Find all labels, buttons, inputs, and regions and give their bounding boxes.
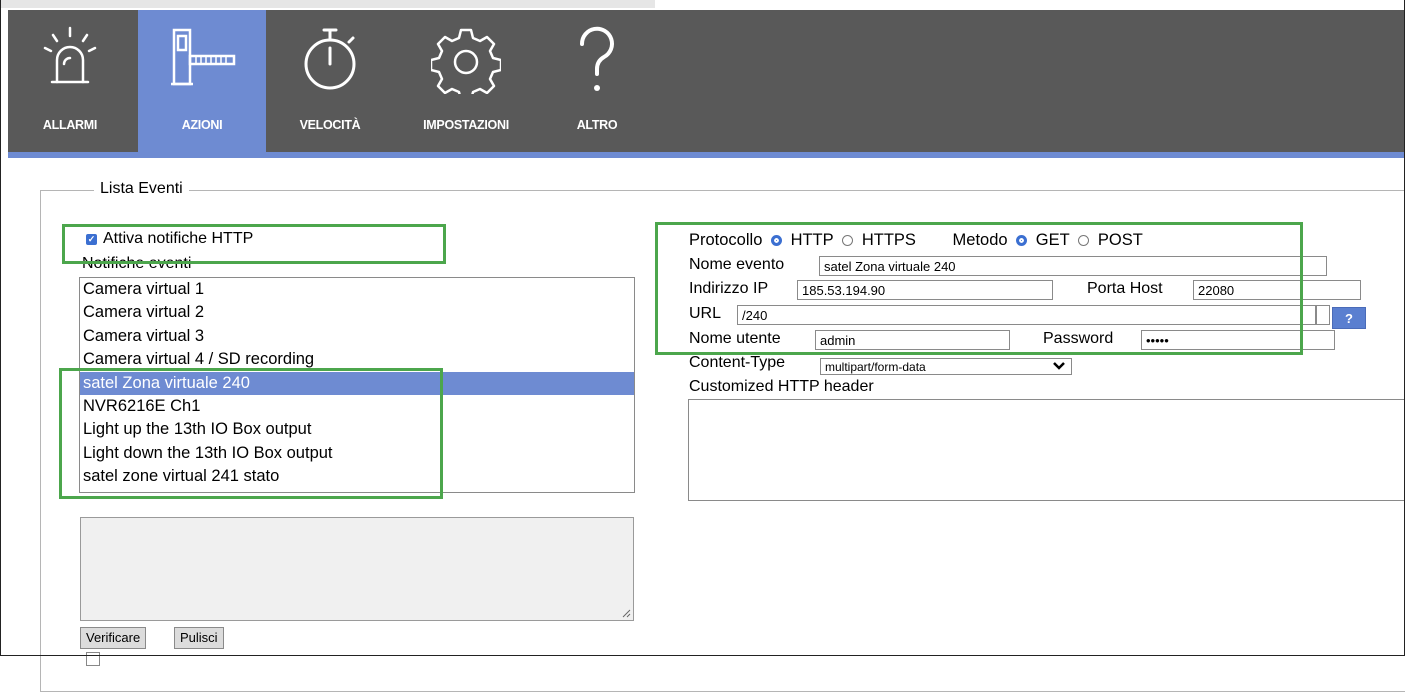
list-item[interactable]: Light down the 13th IO Box output — [80, 442, 634, 465]
password-input[interactable]: ••••• — [1141, 330, 1335, 350]
top-navbar: ALLARMI AZIONI VELOCITÀ IMPOSTAZIONI ALT… — [8, 10, 1405, 152]
clear-button[interactable]: Pulisci — [174, 627, 224, 649]
list-item[interactable]: satel zone virtual 241 stato — [80, 465, 634, 488]
nav-item-altro[interactable]: ALTRO — [542, 10, 652, 152]
list-item[interactable]: Camera virtual 1 — [80, 278, 634, 301]
nav-item-allarmi[interactable]: ALLARMI — [8, 10, 132, 152]
enable-http-label: Attiva notifiche HTTP — [103, 230, 254, 247]
nav-item-impostazioni[interactable]: IMPOSTAZIONI — [396, 10, 536, 152]
port-input[interactable]: 22080 — [1193, 280, 1361, 300]
custom-header-textarea[interactable] — [688, 399, 1405, 501]
username-input[interactable]: admin — [815, 330, 1010, 350]
enable-http-checkbox[interactable]: ✓ — [86, 233, 97, 245]
protocol-http-label: HTTP — [790, 231, 834, 249]
method-get-label: GET — [1035, 231, 1070, 249]
port-label: Porta Host — [1087, 280, 1163, 297]
barrier-gate-icon — [171, 28, 236, 86]
top-strip — [0, 0, 1405, 10]
content-type-label: Content-Type — [689, 354, 786, 371]
ip-input[interactable]: 185.53.194.90 — [797, 280, 1053, 300]
list-item[interactable]: NVR6216E Ch1 — [80, 395, 634, 418]
nav-label-allarmi: ALLARMI — [42, 118, 98, 132]
notifications-label: Notifiche eventi — [82, 255, 192, 272]
top-strip-shade — [0, 0, 655, 8]
event-listbox[interactable]: Camera virtual 1 Camera virtual 2 Camera… — [79, 277, 635, 493]
list-item[interactable]: Camera virtual 4 / SD recording — [80, 348, 634, 371]
nav-label-azioni: AZIONI — [181, 118, 223, 132]
stopwatch-icon — [304, 28, 356, 90]
list-item[interactable]: Light up the 13th IO Box output — [80, 418, 634, 441]
chevron-down-icon — [1053, 362, 1065, 370]
cut-off-checkbox[interactable] — [86, 652, 100, 666]
url-label: URL — [689, 305, 722, 322]
ip-label: Indirizzo IP — [689, 280, 769, 297]
gear-icon — [431, 28, 501, 94]
list-item[interactable]: Camera virtual 3 — [80, 325, 634, 348]
method-post-label: POST — [1097, 231, 1143, 249]
left-margin — [0, 10, 8, 657]
nav-item-velocita[interactable]: VELOCITÀ — [270, 10, 390, 152]
content-type-select[interactable]: multipart/form-data — [820, 358, 1072, 375]
username-label: Nome utente — [689, 330, 781, 347]
url-input-edge — [1316, 305, 1330, 325]
nav-label-velocita: VELOCITÀ — [299, 118, 361, 132]
question-mark-icon — [579, 26, 614, 91]
navbar-underline — [8, 152, 1405, 158]
protocol-method-row: Protocollo HTTP HTTPS Metodo GET POST — [689, 231, 1147, 250]
custom-header-label: Customized HTTP header — [689, 378, 874, 395]
protocol-https-radio[interactable] — [842, 235, 854, 246]
content-type-value: multipart/form-data — [825, 360, 926, 374]
alarm-beacon-icon — [43, 26, 97, 84]
protocol-http-radio[interactable] — [770, 235, 782, 246]
method-get-radio[interactable] — [1016, 235, 1028, 246]
events-legend: Lista Eventi — [94, 180, 189, 198]
test-output-textarea[interactable] — [80, 517, 634, 621]
url-input[interactable]: /240 — [737, 305, 1316, 325]
method-label: Metodo — [952, 231, 1008, 249]
protocol-https-label: HTTPS — [861, 231, 916, 249]
list-item-selected[interactable]: satel Zona virtuale 240 — [80, 371, 634, 395]
password-label: Password — [1043, 330, 1114, 347]
url-help-button[interactable]: ? — [1332, 307, 1366, 329]
method-post-radio[interactable] — [1078, 235, 1090, 246]
verify-button[interactable]: Verificare — [80, 627, 147, 649]
nav-item-azioni[interactable]: AZIONI — [138, 10, 266, 152]
nav-label-impostazioni: IMPOSTAZIONI — [423, 118, 509, 132]
list-item[interactable]: Camera virtual 2 — [80, 301, 634, 324]
enable-http-row[interactable]: ✓ Attiva notifiche HTTP — [86, 230, 253, 248]
protocol-label: Protocollo — [689, 231, 763, 249]
event-name-label: Nome evento — [689, 256, 785, 273]
event-name-input[interactable]: satel Zona virtuale 240 — [819, 256, 1327, 276]
nav-label-altro: ALTRO — [576, 118, 618, 132]
resize-grip-icon[interactable] — [621, 608, 631, 618]
